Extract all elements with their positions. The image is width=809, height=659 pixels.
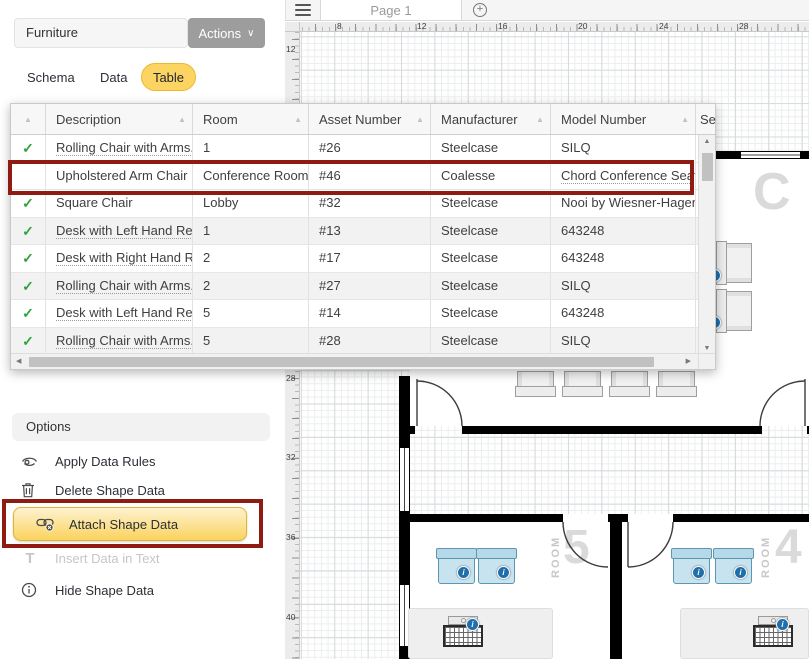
shape-data-info-icon[interactable]: i bbox=[734, 566, 747, 579]
shape-data-info-icon[interactable]: i bbox=[497, 566, 510, 579]
column-header-se[interactable]: Se bbox=[696, 104, 717, 134]
text-icon: T bbox=[21, 550, 39, 567]
table-row[interactable]: ✓ Rolling Chair with Arms... 5 #28 Steel… bbox=[11, 328, 715, 356]
chair-shape[interactable] bbox=[564, 371, 601, 397]
trash-icon bbox=[21, 482, 39, 498]
ruler-corner bbox=[285, 22, 300, 32]
option-insert-data-in-text: T Insert Data in Text bbox=[0, 546, 285, 570]
page-menu-icon[interactable] bbox=[286, 0, 320, 20]
sort-asc-icon: ▲ bbox=[178, 115, 186, 124]
ruler-label: 28 bbox=[286, 373, 295, 383]
chevron-down-icon: ∨ bbox=[247, 28, 254, 39]
scroll-right-icon[interactable]: ▶ bbox=[686, 354, 691, 369]
column-header-room[interactable]: Room▲ bbox=[193, 104, 309, 134]
options-header: Options bbox=[12, 413, 270, 441]
ruler-label: 12 bbox=[417, 21, 426, 31]
page-tab[interactable]: Page 1 bbox=[320, 0, 462, 20]
ruler-label: 20 bbox=[578, 21, 587, 31]
tab-table-label: Table bbox=[153, 70, 184, 85]
dataset-name-field[interactable]: Furniture bbox=[14, 18, 188, 48]
shape-data-info-icon[interactable]: i bbox=[466, 618, 479, 631]
scroll-up-icon[interactable]: ▲ bbox=[699, 138, 715, 145]
table-row[interactable]: ✓ Rolling Chair with Arms... 2 #27 Steel… bbox=[11, 273, 715, 301]
column-header-manufacturer[interactable]: Manufacturer▲ bbox=[431, 104, 551, 134]
column-header-description[interactable]: Description▲ bbox=[46, 104, 193, 134]
chair-shape[interactable] bbox=[658, 371, 695, 397]
option-label: Delete Shape Data bbox=[55, 483, 165, 498]
link-icon bbox=[36, 516, 55, 532]
eye-icon bbox=[21, 455, 39, 468]
page-tab-label: Page 1 bbox=[370, 3, 411, 18]
data-table-popup: ▲ Description▲ Room▲ Asset Number▲ Manuf… bbox=[10, 103, 716, 370]
ruler-label: 8 bbox=[337, 21, 342, 31]
check-icon: ✓ bbox=[22, 195, 34, 211]
tab-data[interactable]: Data bbox=[100, 70, 127, 85]
tab-schema[interactable]: Schema bbox=[27, 70, 75, 85]
ruler-label: 12 bbox=[286, 44, 295, 54]
scroll-left-icon[interactable]: ◀ bbox=[16, 354, 21, 369]
check-icon: ✓ bbox=[22, 250, 34, 266]
scroll-down-icon[interactable]: ▼ bbox=[699, 345, 715, 352]
vertical-scrollbar[interactable]: ▲ ▼ bbox=[698, 135, 715, 355]
check-icon: ✓ bbox=[22, 140, 34, 156]
chair-shape[interactable] bbox=[716, 291, 752, 331]
shape-data-info-icon[interactable]: i bbox=[457, 566, 470, 579]
sort-asc-icon: ▲ bbox=[24, 115, 32, 124]
ruler-label: 28 bbox=[739, 21, 748, 31]
sort-asc-icon: ▲ bbox=[294, 115, 302, 124]
column-header-asset-number[interactable]: Asset Number▲ bbox=[309, 104, 431, 134]
sort-asc-icon: ▲ bbox=[416, 115, 424, 124]
chair-shape[interactable] bbox=[716, 243, 752, 283]
ruler-label: 16 bbox=[498, 21, 507, 31]
table-row[interactable]: ✓ Desk with Left Hand Re... 1 #13 Steelc… bbox=[11, 218, 715, 246]
scrollbar-corner bbox=[698, 353, 715, 369]
sort-asc-icon: ▲ bbox=[536, 115, 544, 124]
vertical-scrollbar-thumb[interactable] bbox=[702, 153, 713, 181]
plus-icon: + bbox=[473, 3, 487, 17]
check-icon: ✓ bbox=[22, 278, 34, 294]
table-row[interactable]: ✓ Desk with Right Hand R... 2 #17 Steelc… bbox=[11, 245, 715, 273]
check-icon: ✓ bbox=[22, 305, 34, 321]
chair-shape[interactable] bbox=[517, 371, 554, 397]
chair-shape-highlighted[interactable] bbox=[673, 548, 710, 584]
option-label: Insert Data in Text bbox=[55, 551, 160, 566]
app-window: Page 1 + 8 12 16 20 24 28 12 28 32 36 40 bbox=[0, 0, 809, 659]
option-label: Apply Data Rules bbox=[55, 454, 155, 469]
table-row[interactable]: ✓ Rolling Chair with Arms... 1 #26 Steel… bbox=[11, 135, 715, 163]
add-page-button[interactable]: + bbox=[462, 0, 498, 20]
actions-button[interactable]: Actions ∨ bbox=[188, 18, 265, 48]
table-header-row: ▲ Description▲ Room▲ Asset Number▲ Manuf… bbox=[11, 104, 715, 135]
chair-shape[interactable] bbox=[611, 371, 648, 397]
table-row[interactable]: ✓ Desk with Left Hand Re... 5 #14 Steelc… bbox=[11, 300, 715, 328]
option-delete-shape-data[interactable]: Delete Shape Data bbox=[0, 478, 285, 502]
chair-shape-highlighted[interactable] bbox=[438, 548, 475, 584]
horizontal-ruler: 8 12 16 20 24 28 bbox=[300, 22, 809, 32]
horizontal-scrollbar-thumb[interactable] bbox=[29, 357, 654, 367]
table-row[interactable]: ✓ Square Chair Lobby #32 Steelcase Nooi … bbox=[11, 190, 715, 218]
info-circle-icon bbox=[21, 582, 39, 598]
ruler-label: 24 bbox=[659, 21, 668, 31]
shape-data-info-icon[interactable]: i bbox=[776, 618, 789, 631]
sort-asc-icon: ▲ bbox=[681, 115, 689, 124]
shape-data-info-icon[interactable]: i bbox=[692, 566, 705, 579]
chair-shape-highlighted[interactable] bbox=[715, 548, 752, 584]
check-icon: ✓ bbox=[22, 333, 34, 349]
ruler-label: 32 bbox=[286, 452, 295, 462]
check-icon: ✓ bbox=[22, 223, 34, 239]
tab-table[interactable]: Table bbox=[141, 63, 196, 91]
ruler-label: 36 bbox=[286, 532, 295, 542]
column-header-status[interactable]: ▲ bbox=[11, 104, 46, 134]
column-header-model-number[interactable]: Model Number▲ bbox=[551, 104, 696, 134]
option-attach-shape-data[interactable]: Attach Shape Data bbox=[13, 507, 247, 541]
chair-shape-highlighted[interactable] bbox=[478, 548, 515, 584]
option-label: Attach Shape Data bbox=[69, 517, 178, 532]
option-apply-data-rules[interactable]: Apply Data Rules bbox=[0, 449, 285, 473]
page-tab-bar: Page 1 + bbox=[285, 0, 809, 21]
table-row-selected[interactable]: Upholstered Arm Chair Conference Room #4… bbox=[11, 163, 715, 191]
option-label: Hide Shape Data bbox=[55, 583, 154, 598]
ruler-label: 40 bbox=[286, 612, 295, 622]
actions-button-label: Actions bbox=[199, 26, 242, 41]
horizontal-scrollbar[interactable]: ◀ ▶ bbox=[11, 353, 699, 369]
option-hide-shape-data[interactable]: Hide Shape Data bbox=[0, 578, 285, 602]
